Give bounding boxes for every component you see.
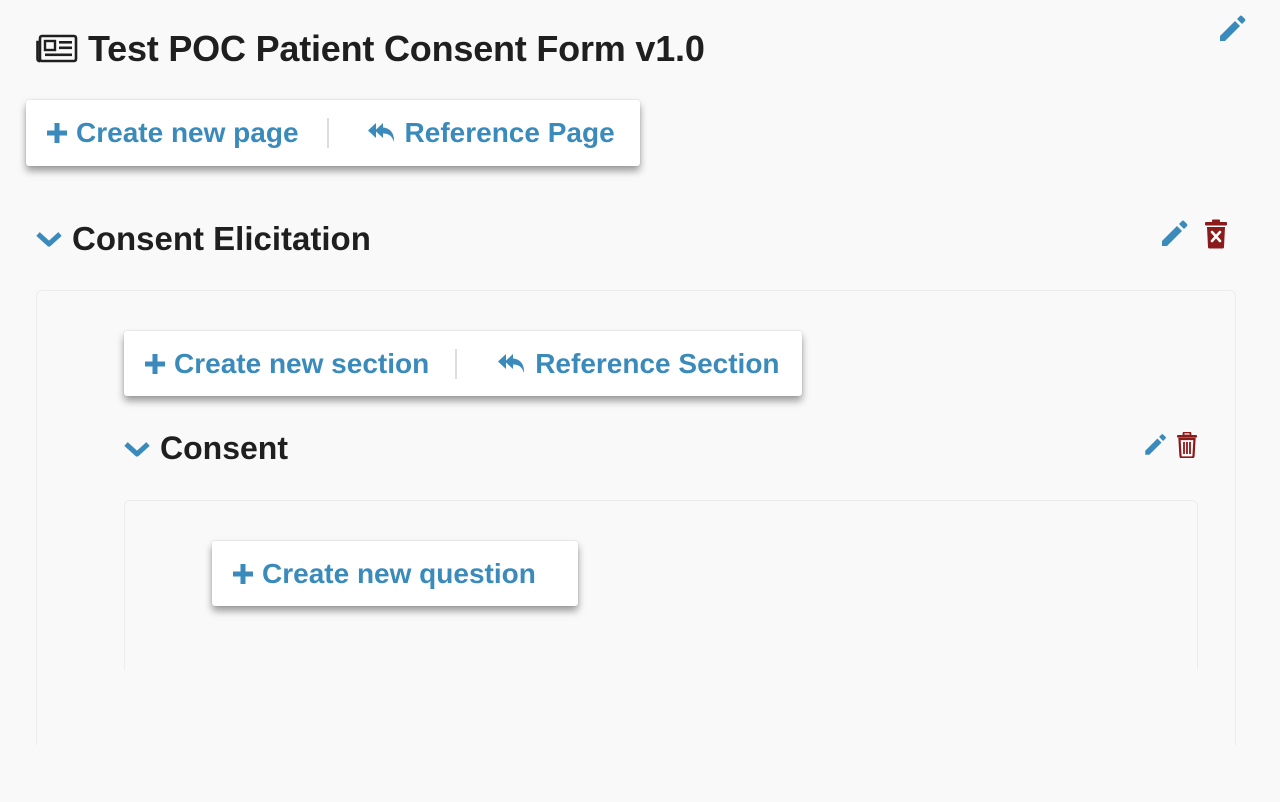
delete-page-trash-x-icon[interactable] (1204, 219, 1228, 249)
create-new-question-button[interactable]: Create new question (232, 558, 536, 590)
reply-all-icon (367, 121, 397, 145)
page-header: Consent Elicitation (36, 220, 371, 258)
page-toolbar: Create new page Reference Page (26, 100, 640, 166)
create-new-question-label: Create new question (262, 557, 536, 589)
reference-page-button[interactable]: Reference Page (367, 117, 615, 149)
section-toolbar: Create new section Reference Section (124, 331, 802, 396)
form-title-text: Test POC Patient Consent Form v1.0 (88, 28, 705, 69)
reference-section-button[interactable]: Reference Section (497, 347, 780, 380)
form-title: Test POC Patient Consent Form v1.0 (36, 28, 705, 70)
page-title: Consent Elicitation (72, 220, 371, 257)
form-editor-page: Test POC Patient Consent Form v1.0 Creat… (0, 0, 1280, 802)
section-title: Consent (160, 430, 288, 466)
create-new-page-button[interactable]: Create new page (46, 117, 299, 149)
newspaper-icon (36, 34, 78, 63)
page-actions (1158, 218, 1228, 250)
edit-form-pencil-icon[interactable] (1216, 13, 1248, 45)
delete-section-trash-icon[interactable] (1176, 432, 1198, 458)
edit-section-pencil-icon[interactable] (1142, 432, 1168, 458)
plus-icon (144, 353, 166, 375)
reference-section-label: Reference Section (535, 347, 780, 379)
chevron-down-icon[interactable] (124, 440, 150, 458)
reference-page-label: Reference Page (404, 117, 615, 148)
toolbar-divider (455, 348, 458, 379)
plus-icon (46, 122, 68, 144)
edit-page-pencil-icon[interactable] (1158, 218, 1190, 250)
create-new-section-label: Create new section (174, 347, 430, 379)
section-actions (1142, 432, 1198, 458)
plus-icon (232, 563, 254, 585)
create-new-page-label: Create new page (76, 117, 299, 148)
section-header: Consent (124, 430, 288, 467)
create-new-section-button[interactable]: Create new section (144, 348, 429, 380)
reply-all-icon (497, 352, 527, 376)
chevron-down-icon[interactable] (36, 230, 62, 248)
toolbar-divider (326, 118, 329, 148)
question-toolbar: Create new question (212, 541, 578, 606)
